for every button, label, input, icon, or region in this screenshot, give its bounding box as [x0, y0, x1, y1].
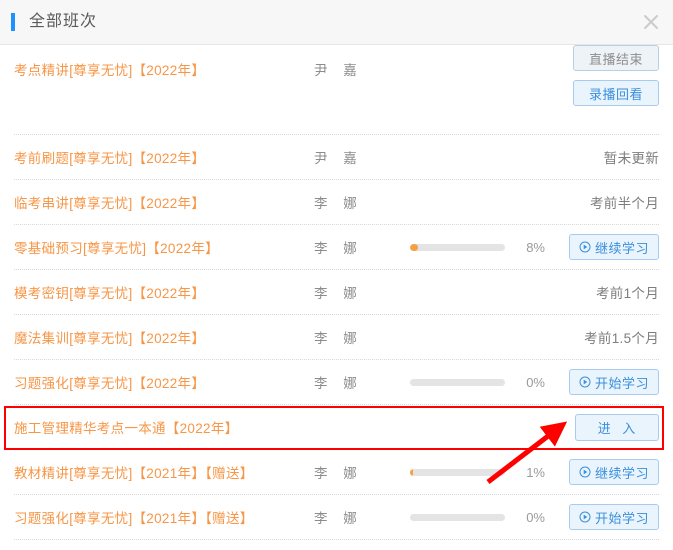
progress-percent-label: 0% [526, 509, 545, 525]
progress-bar [410, 378, 505, 386]
course-action-button[interactable]: 进 入 [575, 413, 659, 441]
course-action-button[interactable]: 开始学习 [568, 504, 659, 530]
progress-bar [410, 513, 505, 521]
action-cell: 开始学习 [555, 369, 659, 395]
course-row[interactable]: 习题强化[尊享无忧]【2022年】李 娜 0% 开始学习 [14, 360, 659, 405]
course-name[interactable]: 临考串讲[尊享无忧]【2022年】 [14, 192, 314, 212]
course-row[interactable]: 魔法集训[尊享无忧]【2022年】李 娜 考前1.5个月 [14, 315, 659, 360]
course-name[interactable]: 魔法集训[尊享无忧]【2022年】 [14, 327, 314, 347]
button-label: 开始学习 [594, 375, 649, 391]
course-name[interactable]: 模考密钥[尊享无忧]【2022年】 [14, 282, 314, 302]
dialog-header: 全部班次 [0, 0, 673, 45]
page-title: 全部班次 [29, 13, 98, 30]
course-action-button[interactable]: 继续学习 [568, 234, 659, 260]
action-cell: 考前1个月 [555, 282, 659, 302]
course-name[interactable]: 考前刷题[尊享无忧]【2022年】 [14, 147, 314, 167]
button-label: 继续学习 [594, 465, 649, 481]
action-cell: 直播结束 录播回看 [555, 45, 659, 106]
button-label: 直播结束 [588, 51, 643, 67]
course-name[interactable]: 习题强化[尊享无忧]【2021年】【赠送】 [14, 507, 314, 527]
progress-bar-fill [410, 468, 413, 476]
course-name[interactable]: 零基础预习[尊享无忧]【2022年】 [14, 237, 314, 257]
course-row[interactable]: 教材精讲[尊享无忧]【2021年】【赠送】李 娜 1% 继续学习 [14, 450, 659, 495]
course-action-button: 直播结束 [573, 45, 659, 71]
course-row[interactable]: 考点精讲[尊享无忧]【2022年】尹 嘉 直播结束录播回看 [14, 45, 659, 135]
teacher-name: 李 娜 [314, 466, 363, 481]
action-cell: 继续学习 [555, 459, 659, 485]
progress-bar [410, 243, 505, 251]
teacher-name: 尹 嘉 [314, 151, 363, 166]
course-name[interactable]: 习题强化[尊享无忧]【2022年】 [14, 372, 314, 392]
action-cell: 考前1.5个月 [555, 327, 659, 347]
progress-cell: 0% [410, 375, 555, 390]
course-name[interactable]: 施工管理精华考点一本通【2022年】 [14, 417, 314, 437]
close-icon[interactable] [637, 8, 665, 36]
progress-cell: 8% [410, 240, 555, 255]
play-circle-icon [579, 241, 591, 253]
action-cell: 暂未更新 [555, 147, 659, 167]
title-accent-bar [11, 13, 15, 31]
button-label: 录播回看 [588, 86, 643, 102]
course-name[interactable]: 考点精讲[尊享无忧]【2022年】 [14, 59, 314, 79]
progress-cell: 0% [410, 510, 555, 525]
action-cell: 开始学习 [555, 504, 659, 530]
button-label: 开始学习 [594, 510, 649, 526]
action-cell: 考前半个月 [555, 192, 659, 212]
course-row[interactable]: 考前刷题[尊享无忧]【2022年】尹 嘉 暂未更新 [14, 135, 659, 180]
teacher-name: 李 娜 [314, 511, 363, 526]
play-circle-icon [579, 376, 591, 388]
course-row[interactable]: 模考密钥[尊享无忧]【2022年】李 娜 考前1个月 [14, 270, 659, 315]
course-action-button[interactable]: 录播回看 [573, 80, 659, 106]
progress-percent-label: 1% [526, 464, 545, 480]
course-action-button[interactable]: 继续学习 [568, 459, 659, 485]
teacher-name: 李 娜 [314, 196, 363, 211]
play-circle-icon [579, 511, 591, 523]
play-circle-icon [579, 466, 591, 478]
course-row[interactable]: 零基础预习[尊享无忧]【2022年】李 娜 8% 继续学习 [14, 225, 659, 270]
status-badge: 考前1.5个月 [584, 331, 659, 346]
action-cell: 继续学习 [555, 234, 659, 260]
course-action-button[interactable]: 开始学习 [568, 369, 659, 395]
teacher-name: 李 娜 [314, 286, 363, 301]
status-badge: 暂未更新 [603, 151, 659, 166]
course-row[interactable]: 施工管理精华考点一本通【2022年】 进 入 [14, 405, 659, 450]
teacher-name: 李 娜 [314, 331, 363, 346]
course-list: 考点精讲[尊享无忧]【2022年】尹 嘉直播结束 录播回看 考前刷题[尊享无忧]【2… [0, 45, 673, 540]
action-cell: 进 入 [555, 413, 659, 441]
progress-cell: 1% [410, 465, 555, 480]
status-badge: 考前1个月 [595, 286, 659, 301]
course-name[interactable]: 教材精讲[尊享无忧]【2021年】【赠送】 [14, 462, 314, 482]
progress-percent-label: 8% [526, 239, 545, 255]
button-label: 进 入 [597, 420, 640, 436]
teacher-name: 尹 嘉 [314, 63, 363, 78]
progress-percent-label: 0% [526, 374, 545, 390]
status-badge: 考前半个月 [590, 196, 659, 211]
progress-bar-fill [410, 243, 418, 251]
teacher-name: 李 娜 [314, 376, 363, 391]
progress-bar [410, 468, 505, 476]
teacher-name: 李 娜 [314, 241, 363, 256]
button-label: 继续学习 [594, 240, 649, 256]
course-row[interactable]: 临考串讲[尊享无忧]【2022年】李 娜 考前半个月 [14, 180, 659, 225]
course-row[interactable]: 习题强化[尊享无忧]【2021年】【赠送】李 娜 0% 开始学习 [14, 495, 659, 540]
